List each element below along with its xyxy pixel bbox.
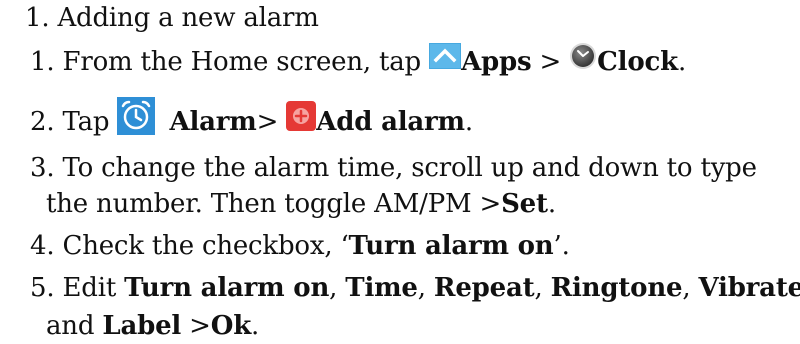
apps-label: Apps xyxy=(461,47,532,77)
step-number: 5. xyxy=(30,273,55,303)
step-5-line-1: 5. Edit Turn alarm on, Time, Repeat, Rin… xyxy=(30,273,800,303)
step-5-line-2: and Label >Ok. xyxy=(46,311,260,341)
alarm-icon xyxy=(117,97,156,145)
instructions-page: 1. Adding a new alarm 1. From the Home s… xyxy=(0,0,800,341)
add-alarm-label: Add alarm xyxy=(316,107,465,137)
turn-alarm-on-label: Turn alarm on xyxy=(348,231,554,261)
step-number: 4. xyxy=(30,231,55,261)
step-3-line-2: the number. Then toggle AM/PM >Set. xyxy=(46,189,556,219)
alarm-label: Alarm xyxy=(169,107,257,137)
step-4: 4. Check the checkbox, ‘Turn alarm on’. xyxy=(30,231,570,261)
clock-label: Clock xyxy=(597,47,678,77)
add-alarm-icon xyxy=(286,101,317,141)
section-heading: 1. Adding a new alarm xyxy=(25,3,319,33)
set-label: Set xyxy=(501,189,548,219)
apps-icon xyxy=(429,43,462,79)
step-number: 3. xyxy=(30,153,55,183)
step-text: From the Home screen, tap xyxy=(62,47,430,77)
step-3-line-1: 3. To change the alarm time, scroll up a… xyxy=(30,153,757,183)
step-2: 2. Tap Alarm> Add alarm. xyxy=(30,97,473,147)
step-number: 1. xyxy=(30,47,55,77)
step-number: 2. xyxy=(30,107,55,137)
step-1: 1. From the Home screen, tap Apps > Cloc… xyxy=(30,42,686,82)
clock-icon xyxy=(569,42,597,80)
